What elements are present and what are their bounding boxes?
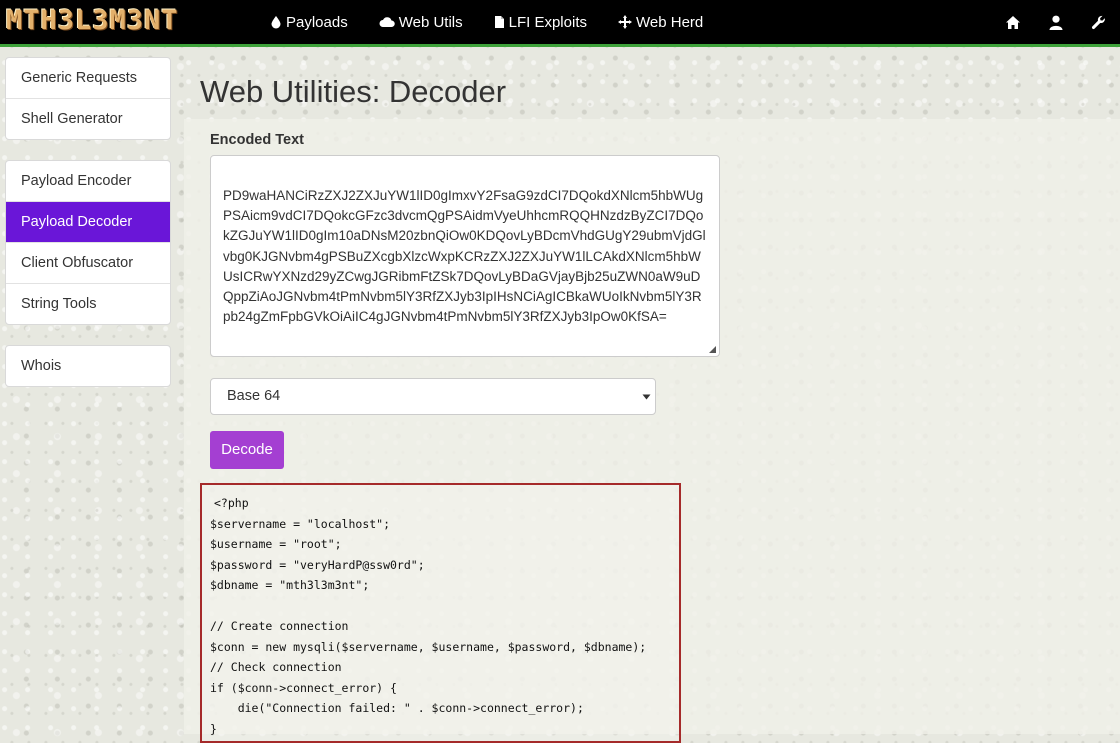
code-line: // Check connection	[210, 660, 342, 674]
home-button[interactable]	[991, 0, 1034, 44]
sidebar-item-string-tools[interactable]: String Tools	[6, 284, 170, 324]
code-line: $username = "root";	[210, 537, 342, 551]
decode-button[interactable]: Decode	[210, 431, 284, 469]
home-icon	[1005, 15, 1020, 29]
code-line: $password = "veryHardP@ssw0rd";	[210, 557, 425, 572]
encoding-select[interactable]: Base 64	[210, 378, 656, 415]
sidebar-group-payloads: Payload Encoder Payload Decoder Client O…	[5, 160, 171, 325]
settings-button[interactable]	[1077, 0, 1120, 44]
nav-web-herd[interactable]: Web Herd	[618, 0, 718, 44]
sidebar-item-whois[interactable]: Whois	[6, 346, 170, 386]
encoded-text-input[interactable]: PD9waHANCiRzZXJ2ZXJuYW1lID0gImxvY2FsaG9z…	[210, 155, 720, 357]
drop-icon	[271, 16, 281, 29]
code-line: }	[210, 721, 217, 736]
crosshair-icon	[618, 15, 632, 29]
sidebar-item-generic-requests[interactable]: Generic Requests	[6, 58, 170, 99]
encoding-select-value: Base 64	[227, 388, 281, 404]
nav-web-herd-label: Web Herd	[636, 13, 704, 31]
sidebar-group-whois: Whois	[5, 345, 171, 387]
encoded-text-label: Encoded Text	[210, 132, 304, 148]
nav-lfi-exploits[interactable]: LFI Exploits	[494, 0, 602, 44]
nav-payloads[interactable]: Payloads	[270, 0, 363, 44]
wrench-icon	[1091, 15, 1105, 29]
sidebar-item-shell-generator[interactable]: Shell Generator	[6, 99, 170, 139]
file-icon	[494, 16, 504, 28]
page-title: Web Utilities: Decoder	[200, 74, 507, 109]
code-line: <?php	[214, 496, 249, 510]
code-line: die("Connection failed: " . $conn->conne…	[210, 701, 584, 715]
resize-grip-icon[interactable]	[709, 346, 716, 353]
sidebar-item-client-obfuscator[interactable]: Client Obfuscator	[6, 243, 170, 284]
user-icon	[1049, 15, 1062, 30]
code-line: $dbname = "mth3l3m3nt";	[210, 578, 370, 592]
caret-down-icon	[642, 394, 651, 400]
code-line: if ($conn->connect_error) {	[210, 680, 397, 695]
nav-right-icons	[991, 0, 1120, 44]
sidebar-group-requests: Generic Requests Shell Generator	[5, 57, 171, 140]
nav-payloads-label: Payloads	[286, 13, 348, 31]
code-line: $conn = new mysqli($servername, $usernam…	[210, 639, 647, 654]
user-button[interactable]	[1034, 0, 1077, 44]
cloud-icon	[379, 17, 395, 27]
brand-logo[interactable]: MTH3L3M3NT	[6, 4, 179, 38]
sidebar-item-payload-decoder[interactable]: Payload Decoder	[6, 202, 170, 243]
sidebar-item-payload-encoder[interactable]: Payload Encoder	[6, 161, 170, 202]
nav-web-utils[interactable]: Web Utils	[379, 0, 478, 44]
code-line: $servername = "localhost";	[210, 516, 391, 531]
code-line: // Create connection	[210, 619, 349, 633]
decoded-output: <?php $servername = "localhost"; $userna…	[200, 483, 681, 743]
encoded-text-value: PD9waHANCiRzZXJ2ZXJuYW1lID0gImxvY2FsaG9z…	[223, 188, 706, 325]
nav-web-utils-label: Web Utils	[398, 13, 463, 31]
top-navbar: MTH3L3M3NT Payloads Web Utils LFI Exploi…	[0, 0, 1120, 47]
nav-links: Payloads Web Utils LFI Exploits Web Herd	[270, 0, 734, 44]
nav-lfi-exploits-label: LFI Exploits	[508, 13, 587, 31]
